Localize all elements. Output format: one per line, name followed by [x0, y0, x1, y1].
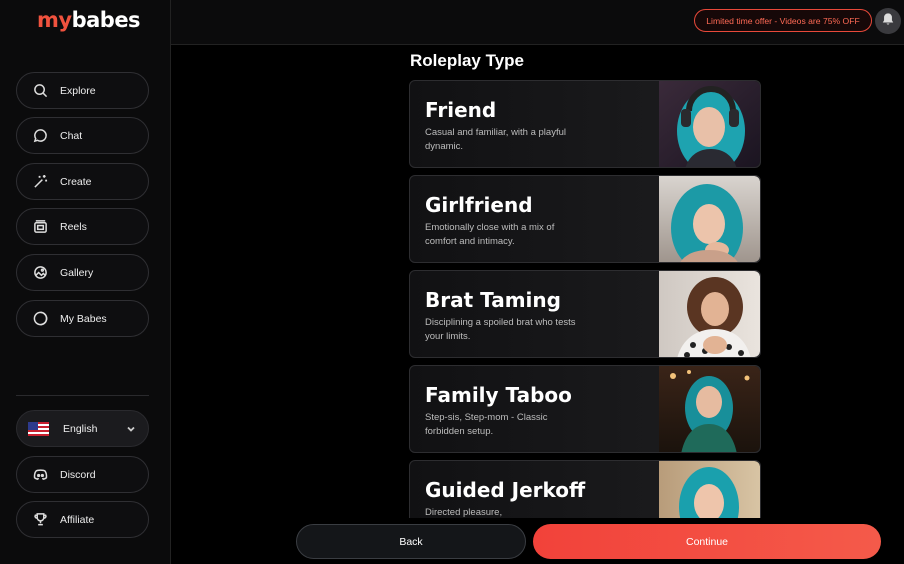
- card-description: Disciplining a spoiled brat who tests yo…: [425, 317, 576, 342]
- magic-wand-icon: [32, 174, 48, 190]
- sidebar-item-label: Gallery: [60, 266, 94, 279]
- search-icon: [32, 83, 48, 99]
- roleplay-card-friend[interactable]: Friend Casual and familiar, with a playf…: [409, 80, 761, 168]
- logo-part-babes: babes: [71, 8, 141, 32]
- sidebar-divider: [16, 395, 149, 396]
- reels-icon: [32, 219, 48, 235]
- discord-icon: [32, 467, 48, 483]
- card-image: [659, 81, 760, 167]
- chat-icon: [32, 128, 48, 144]
- card-image: [659, 461, 760, 518]
- sidebar: mybabes Explore Chat Create Reels Galler…: [0, 0, 171, 564]
- sidebar-item-label: Chat: [60, 129, 83, 142]
- roleplay-type-list: Friend Casual and familiar, with a playf…: [409, 80, 761, 518]
- card-image: [659, 176, 760, 262]
- sidebar-item-label: Create: [60, 175, 92, 188]
- roleplay-card-brat-taming[interactable]: Brat Taming Disciplining a spoiled brat …: [409, 270, 761, 358]
- chevron-down-icon: [126, 424, 136, 434]
- sidebar-item-create[interactable]: Create: [16, 163, 149, 200]
- us-flag-icon: [28, 421, 49, 436]
- bell-icon: [881, 12, 895, 31]
- sidebar-item-discord[interactable]: Discord: [16, 456, 149, 493]
- limited-offer-button[interactable]: Limited time offer - Videos are 75% OFF: [694, 9, 872, 32]
- sidebar-item-explore[interactable]: Explore: [16, 72, 149, 109]
- language-label: English: [63, 422, 98, 435]
- brand-logo[interactable]: mybabes: [37, 8, 141, 32]
- back-button[interactable]: Back: [296, 524, 526, 559]
- sidebar-item-label: Affiliate: [60, 513, 95, 526]
- roleplay-card-girlfriend[interactable]: Girlfriend Emotionally close with a mix …: [409, 175, 761, 263]
- sidebar-item-affiliate[interactable]: Affiliate: [16, 501, 149, 538]
- card-title: Brat Taming: [425, 288, 561, 312]
- card-description: Casual and familiar, with a playful dyna…: [425, 127, 566, 152]
- roleplay-card-family-taboo[interactable]: Family Taboo Step-sis, Step-mom - Classi…: [409, 365, 761, 453]
- card-description: Step-sis, Step-mom - Classic forbidden s…: [425, 412, 548, 437]
- sidebar-item-my-babes[interactable]: My Babes: [16, 300, 149, 337]
- logo-part-my: my: [37, 8, 72, 32]
- sidebar-item-label: Discord: [60, 468, 96, 481]
- page-title: Roleplay Type: [410, 51, 524, 70]
- sidebar-item-reels[interactable]: Reels: [16, 208, 149, 245]
- card-image: [659, 366, 760, 452]
- continue-button[interactable]: Continue: [533, 524, 881, 559]
- language-selector[interactable]: English: [16, 410, 149, 447]
- card-title: Girlfriend: [425, 193, 533, 217]
- card-description: Emotionally close with a mix of comfort …: [425, 222, 555, 247]
- sidebar-item-label: My Babes: [60, 312, 107, 325]
- gallery-icon: [32, 265, 48, 281]
- sidebar-item-chat[interactable]: Chat: [16, 117, 149, 154]
- card-title: Family Taboo: [425, 383, 572, 407]
- sidebar-item-label: Reels: [60, 220, 87, 233]
- card-image: [659, 271, 760, 357]
- heart-icon: [32, 311, 48, 327]
- notifications-button[interactable]: [875, 8, 901, 34]
- roleplay-card-guided-jerkoff[interactable]: Guided Jerkoff Directed pleasure,: [409, 460, 761, 518]
- sidebar-item-label: Explore: [60, 84, 96, 97]
- card-description: Directed pleasure,: [425, 507, 503, 518]
- card-title: Guided Jerkoff: [425, 478, 586, 502]
- card-title: Friend: [425, 98, 497, 122]
- trophy-icon: [32, 512, 48, 528]
- sidebar-item-gallery[interactable]: Gallery: [16, 254, 149, 291]
